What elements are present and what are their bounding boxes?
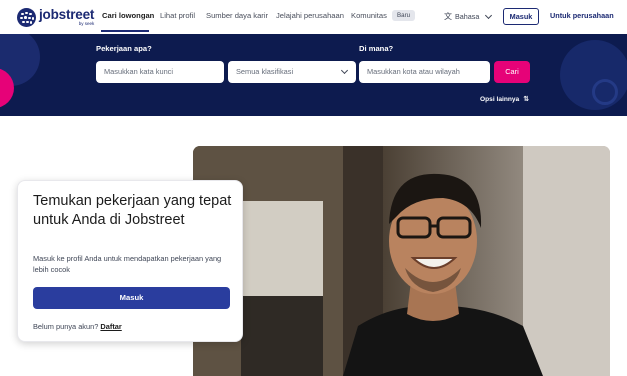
brand-name: jobstreet [39, 6, 95, 22]
language-label: Bahasa [455, 12, 480, 21]
classification-value: Semua klasifikasi [236, 67, 294, 76]
no-account-text: Belum punya akun? [33, 322, 99, 331]
employer-link[interactable]: Untuk perusahaan [550, 11, 614, 20]
nav-login-button[interactable]: Masuk [503, 8, 539, 25]
signup-prompt: Belum punya akun? Daftar [33, 322, 122, 331]
new-badge: Baru [392, 10, 416, 21]
more-options-toggle[interactable]: Opsi lainnya ⇅ [480, 95, 530, 104]
location-label: Di mana? [359, 44, 394, 53]
chevron-down-icon [340, 66, 349, 75]
hero-photo [193, 146, 610, 376]
promo-description: Masuk ke profil Anda untuk mendapatkan p… [33, 254, 222, 274]
nav-link-lihat-profil[interactable]: Lihat profil [160, 11, 195, 20]
top-navbar: jobstreet by seek Cari lowongan Lihat pr… [0, 0, 627, 34]
chevron-down-icon [485, 11, 493, 19]
nav-link-komunitas[interactable]: Komunitas [351, 11, 387, 20]
translate-icon: 文 [444, 12, 452, 21]
active-tab-indicator [101, 30, 149, 32]
jobstreet-logo[interactable]: jobstreet by seek [17, 6, 94, 28]
decor-ring [592, 79, 618, 105]
smiling-man-photo [193, 146, 610, 376]
login-promo-card: Temukan pekerjaan yang tepat untuk Anda … [17, 180, 243, 342]
nav-link-jelajahi-perusahaan[interactable]: Jelajahi perusahaan [276, 11, 344, 20]
more-options-label: Opsi lainnya [480, 95, 520, 103]
keyword-label: Pekerjaan apa? [96, 44, 152, 53]
signup-link[interactable]: Daftar [100, 322, 121, 331]
classification-select[interactable]: Semua klasifikasi [228, 61, 356, 83]
keyword-input[interactable]: Masukkan kata kunci [96, 61, 224, 83]
sort-arrows-icon: ⇅ [523, 96, 530, 103]
brand-subtitle: by seek [78, 21, 95, 26]
search-hero: Pekerjaan apa? Masukkan kata kunci Semua… [0, 34, 627, 116]
login-button[interactable]: Masuk [33, 287, 230, 309]
nav-link-cari-lowongan[interactable]: Cari lowongan [102, 11, 154, 20]
search-button[interactable]: Cari [494, 61, 530, 83]
logo-globe-icon [17, 7, 36, 27]
promo-title: Temukan pekerjaan yang tepat untuk Anda … [33, 193, 232, 228]
language-selector[interactable]: 文 Bahasa [444, 11, 493, 22]
nav-link-sumber-daya-karir[interactable]: Sumber daya karir [206, 11, 268, 20]
location-input[interactable]: Masukkan kota atau wilayah [359, 61, 490, 83]
